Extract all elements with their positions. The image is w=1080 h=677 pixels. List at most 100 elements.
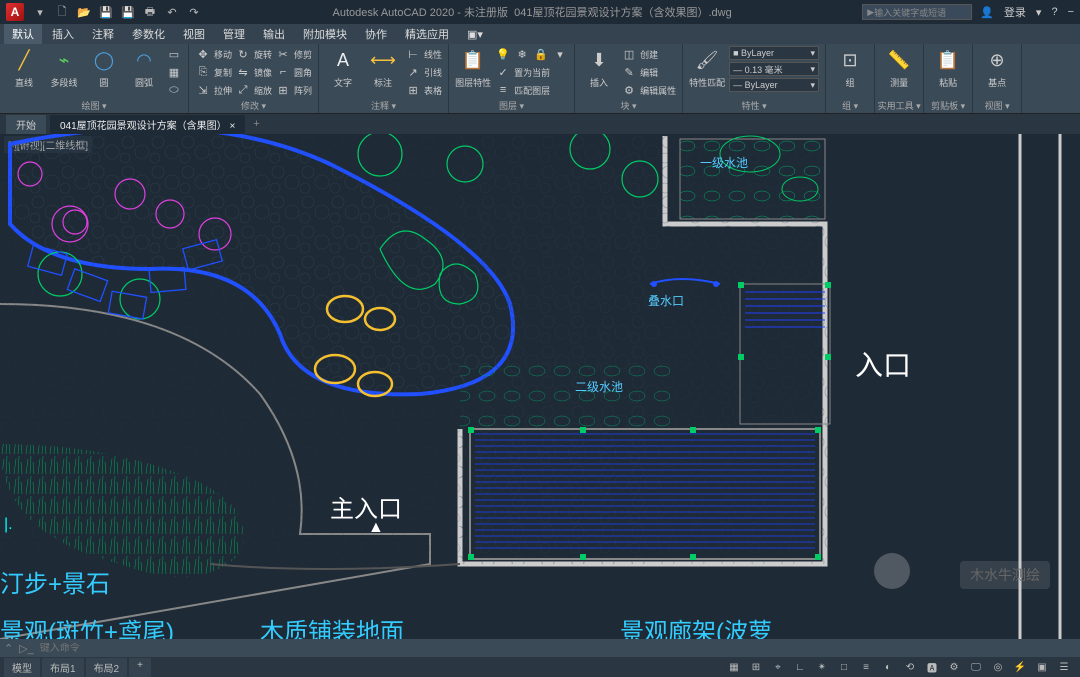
- start-tab[interactable]: 开始: [6, 115, 46, 134]
- tab-annotate[interactable]: 注释: [84, 24, 122, 44]
- lineweight-dropdown[interactable]: — 0.13 毫米▾: [729, 62, 819, 76]
- arrow-icon: ▲: [368, 519, 384, 537]
- linetype-dropdown[interactable]: — ByLayer▾: [729, 78, 819, 92]
- user-icon[interactable]: 👤: [980, 6, 994, 19]
- plot-icon[interactable]: 🖶: [142, 4, 158, 20]
- tab-collab[interactable]: 协作: [357, 24, 395, 44]
- dim-button[interactable]: ⟷标注: [365, 46, 401, 89]
- matchlayer-icon[interactable]: ≡: [495, 82, 511, 98]
- ellipse-icon[interactable]: ⬭: [166, 82, 182, 98]
- login-link[interactable]: 登录: [1004, 4, 1026, 20]
- scale-icon[interactable]: ⤢: [235, 82, 251, 98]
- tab-parametric[interactable]: 参数化: [124, 24, 173, 44]
- edit-attr-icon[interactable]: ⚙: [621, 82, 637, 98]
- layout1-tab[interactable]: 布局1: [42, 658, 84, 677]
- drawing-tab[interactable]: 041屋顶花园景观设计方案（含果图） ×: [50, 115, 245, 134]
- customize-icon[interactable]: ☰: [1056, 659, 1072, 675]
- panel-utilities: 📏测量 实用工具 ▾: [875, 44, 924, 113]
- polyline-button[interactable]: ⌁多段线: [46, 46, 82, 89]
- snap-icon[interactable]: ⌖: [770, 659, 786, 675]
- rotate-icon[interactable]: ↻: [235, 46, 251, 62]
- workspace-icon[interactable]: ⚙: [946, 659, 962, 675]
- title-text: Autodesk AutoCAD 2020 - 未注册版 041屋顶花园景观设计…: [202, 4, 862, 20]
- tab-output[interactable]: 输出: [255, 24, 293, 44]
- osnap-icon[interactable]: □: [836, 659, 852, 675]
- tab-expand-icon[interactable]: ▣▾: [459, 26, 491, 43]
- group-button[interactable]: ⊡组: [832, 46, 868, 89]
- layout2-tab[interactable]: 布局2: [86, 658, 128, 677]
- color-dropdown[interactable]: ■ ByLayer▾: [729, 46, 819, 60]
- new-icon[interactable]: 🗋: [54, 4, 70, 20]
- model-space-icon[interactable]: ▦: [726, 659, 742, 675]
- layer-on-icon[interactable]: 💡: [495, 46, 511, 62]
- app-logo[interactable]: A: [6, 3, 24, 21]
- grid-icon[interactable]: ⊞: [748, 659, 764, 675]
- tab-view[interactable]: 视图: [175, 24, 213, 44]
- circle-button[interactable]: ◯圆: [86, 46, 122, 89]
- saveas-icon[interactable]: 💾: [120, 4, 136, 20]
- label-bamboo: 景观(斑竹+鸢尾): [0, 612, 174, 639]
- line-button[interactable]: ╱直线: [6, 46, 42, 89]
- wechat-icon: [874, 553, 910, 589]
- fillet-icon[interactable]: ⌐: [275, 64, 291, 80]
- basepoint-button[interactable]: ⊕基点: [979, 46, 1015, 89]
- layer-freeze-icon[interactable]: ❄: [514, 46, 530, 62]
- tab-featured[interactable]: 精选应用: [397, 24, 457, 44]
- open-icon[interactable]: 📂: [76, 4, 92, 20]
- ortho-icon[interactable]: ∟: [792, 659, 808, 675]
- array-icon[interactable]: ⊞: [275, 82, 291, 98]
- rect-icon[interactable]: ▭: [166, 46, 182, 62]
- linear-icon[interactable]: ⊢: [405, 46, 421, 62]
- panel-modify: ✥移动↻旋转✂修剪 ⎘复制⇋镜像⌐圆角 ⇲拉伸⤢缩放⊞阵列 修改 ▾: [189, 44, 319, 113]
- cmd-history-icon[interactable]: ⌃: [4, 642, 13, 655]
- insert-block-button[interactable]: ⬇插入: [581, 46, 617, 89]
- redo-icon[interactable]: ↷: [186, 4, 202, 20]
- arc-button[interactable]: ◠圆弧: [126, 46, 162, 89]
- label-pond2: 二级水池: [575, 378, 623, 395]
- layer-lock-icon[interactable]: 🔒: [533, 46, 549, 62]
- drawing-area[interactable]: [-][俯视][二维线框]: [0, 134, 1080, 639]
- annot-scale-icon[interactable]: 🅰: [924, 659, 940, 675]
- minimize-icon[interactable]: −: [1068, 6, 1074, 18]
- monitor-icon[interactable]: 🖵: [968, 659, 984, 675]
- save-icon[interactable]: 💾: [98, 4, 114, 20]
- polar-icon[interactable]: ✴: [814, 659, 830, 675]
- move-icon[interactable]: ✥: [195, 46, 211, 62]
- ribbon: ╱直线 ⌁多段线 ◯圆 ◠圆弧 ▭ ▦ ⬭ 绘图 ▾ ✥移动↻旋转✂修剪 ⎘复制…: [0, 44, 1080, 114]
- tab-insert[interactable]: 插入: [44, 24, 82, 44]
- table-icon[interactable]: ⊞: [405, 82, 421, 98]
- social-icon[interactable]: ▾: [1036, 6, 1042, 19]
- cycling-icon[interactable]: ⟲: [902, 659, 918, 675]
- text-button[interactable]: A文字: [325, 46, 361, 89]
- tab-addins[interactable]: 附加模块: [295, 24, 355, 44]
- clean-icon[interactable]: ▣: [1034, 659, 1050, 675]
- new-tab-icon[interactable]: +: [253, 118, 259, 130]
- help-icon[interactable]: ?: [1051, 6, 1057, 18]
- qat-menu-icon[interactable]: ▾: [32, 4, 48, 20]
- command-input[interactable]: [40, 643, 1076, 654]
- lineweight-icon[interactable]: ≡: [858, 659, 874, 675]
- hardware-icon[interactable]: ⚡: [1012, 659, 1028, 675]
- mirror-icon[interactable]: ⇋: [235, 64, 251, 80]
- tab-default[interactable]: 默认: [4, 24, 42, 44]
- edit-block-icon[interactable]: ✎: [621, 64, 637, 80]
- layer-props-button[interactable]: 📋图层特性: [455, 46, 491, 89]
- measure-button[interactable]: 📏测量: [881, 46, 917, 89]
- paste-button[interactable]: 📋粘贴: [930, 46, 966, 89]
- setcurrent-icon[interactable]: ✓: [495, 64, 511, 80]
- copy-icon[interactable]: ⎘: [195, 64, 211, 80]
- match-props-button[interactable]: 🖌特性匹配: [689, 46, 725, 89]
- tab-manage[interactable]: 管理: [215, 24, 253, 44]
- transparency-icon[interactable]: ◐: [880, 659, 896, 675]
- command-line[interactable]: ⌃ ▷_: [0, 639, 1080, 657]
- trim-icon[interactable]: ✂: [275, 46, 291, 62]
- stretch-icon[interactable]: ⇲: [195, 82, 211, 98]
- isolate-icon[interactable]: ◎: [990, 659, 1006, 675]
- hatch-icon[interactable]: ▦: [166, 64, 182, 80]
- add-layout-icon[interactable]: +: [129, 658, 151, 677]
- help-search[interactable]: ▶ 输入关键字或短语: [862, 4, 972, 20]
- leader-icon[interactable]: ↗: [405, 64, 421, 80]
- create-block-icon[interactable]: ◫: [621, 46, 637, 62]
- model-tab[interactable]: 模型: [4, 658, 40, 677]
- undo-icon[interactable]: ↶: [164, 4, 180, 20]
